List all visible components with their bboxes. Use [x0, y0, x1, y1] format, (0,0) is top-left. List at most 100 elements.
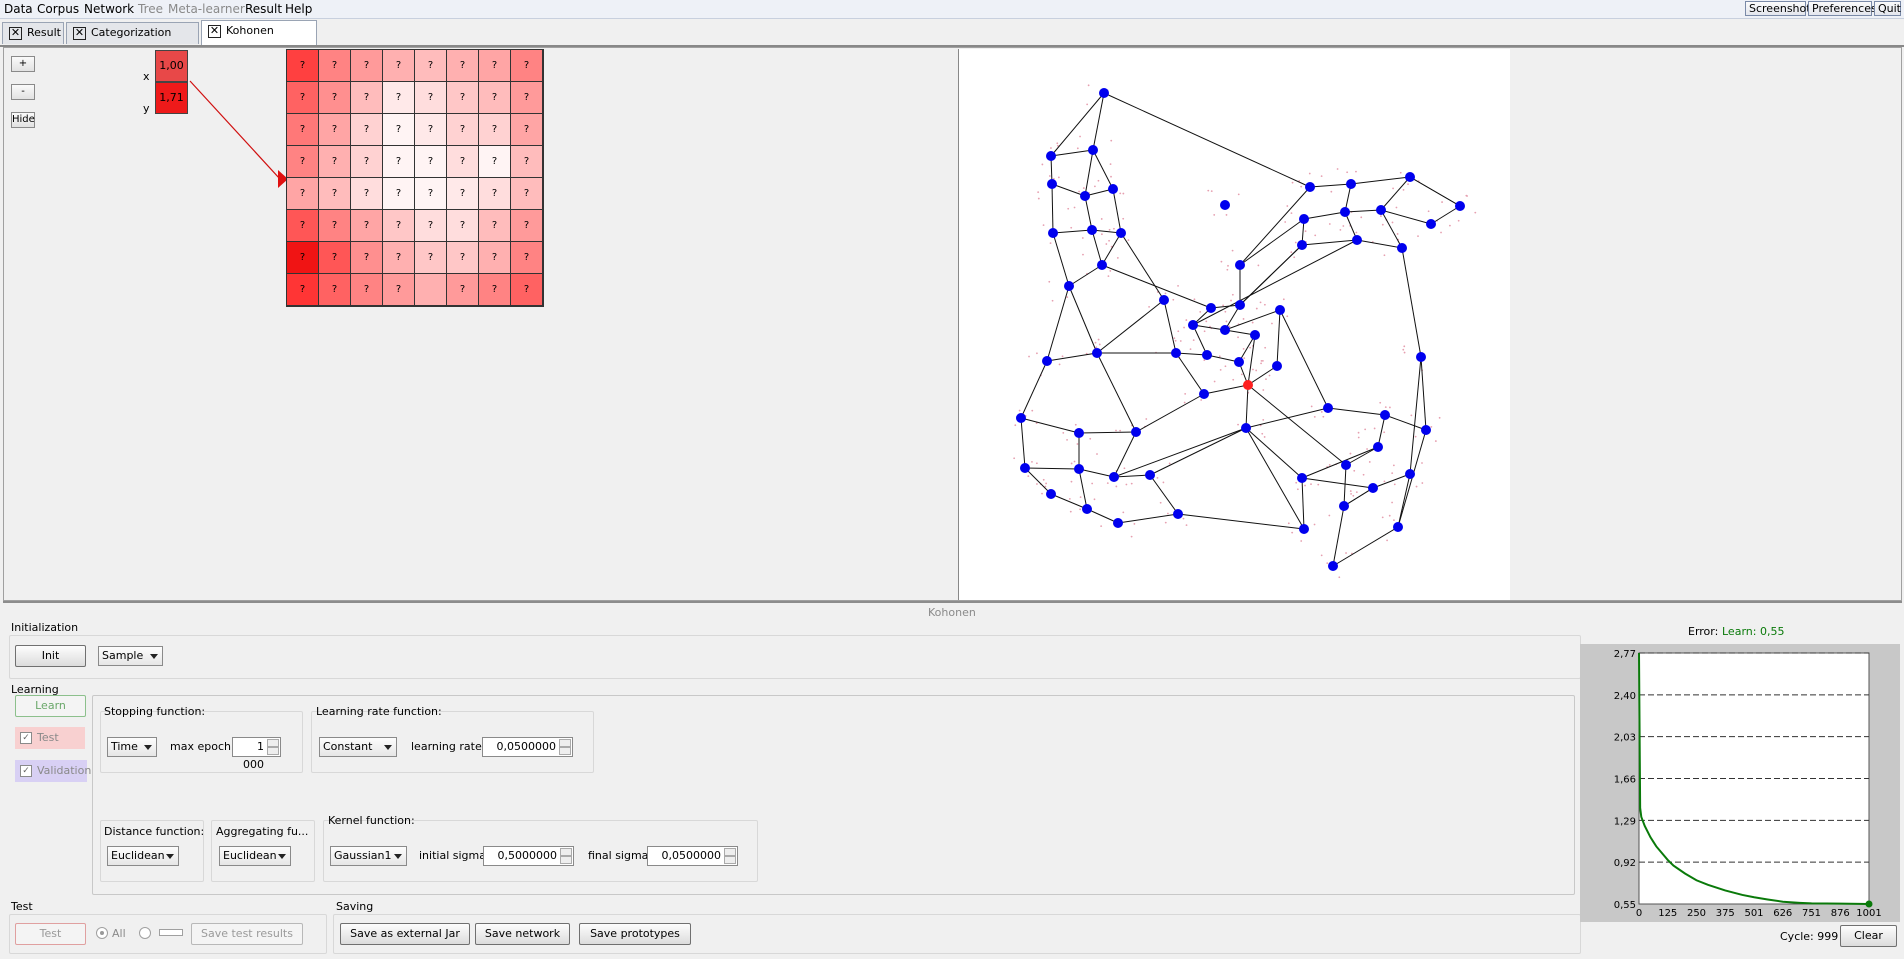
tab-result[interactable]: ✕ Result — [2, 22, 64, 44]
sample-point — [1393, 519, 1395, 522]
sample-point — [1231, 249, 1234, 252]
sample-point — [1243, 357, 1246, 360]
stopping-method-select[interactable]: Time — [107, 737, 157, 757]
validation-checkbox[interactable]: ✓ Validation — [15, 760, 91, 782]
sample-point — [1225, 320, 1228, 323]
sample-point — [1109, 270, 1112, 272]
screenshot-button[interactable]: Screenshot — [1745, 1, 1811, 16]
grid-cell: ? — [415, 82, 447, 114]
spin-up-icon[interactable] — [724, 848, 736, 856]
sample-point — [1073, 460, 1076, 463]
grid-cell: ? — [287, 274, 319, 306]
preferences-button[interactable]: Preferences — [1808, 1, 1877, 16]
spin-down-icon[interactable] — [724, 856, 736, 864]
final-sigma-spinner[interactable]: 0,0500000 — [647, 846, 738, 866]
spin-down-icon[interactable] — [560, 856, 572, 864]
sample-point — [1286, 205, 1289, 207]
y-tick-label: 1,29 — [1614, 816, 1636, 827]
menu-help[interactable]: Help — [285, 2, 312, 16]
som-node — [1297, 473, 1307, 483]
save-prototypes-button[interactable]: Save prototypes — [579, 923, 691, 945]
som-edge — [1163, 299, 1177, 354]
menu-corpus[interactable]: Corpus — [37, 2, 79, 16]
initialization-title: Initialization — [11, 621, 79, 634]
init-button[interactable]: Init — [15, 645, 86, 667]
max-epoch-spinner[interactable]: 1 000 — [232, 737, 281, 771]
aggregating-method-select[interactable]: Euclidean — [219, 846, 291, 866]
kernel-method-select[interactable]: Gaussian1 — [330, 846, 407, 866]
sample-point — [1410, 414, 1413, 417]
tab-categorization-corpus[interactable]: ✕ Categorization Corpus — [66, 22, 199, 59]
grid-cell: ? — [383, 242, 415, 274]
menu-result[interactable]: Result — [245, 2, 282, 16]
menu-data[interactable]: Data — [4, 2, 33, 16]
test-button[interactable]: Test — [15, 923, 86, 945]
grid-cell: ? — [479, 210, 511, 242]
som-node — [1220, 325, 1230, 335]
som-node — [1393, 522, 1403, 532]
spin-down-icon[interactable] — [267, 747, 279, 755]
learn-button[interactable]: Learn — [15, 695, 86, 717]
tab-label: Result — [27, 26, 61, 39]
sample-point — [1237, 336, 1239, 339]
sample-point — [1222, 304, 1225, 307]
close-icon[interactable]: ✕ — [9, 27, 22, 40]
sample-point — [1199, 310, 1202, 313]
grid-cell: ? — [351, 242, 383, 274]
save-test-results-button[interactable]: Save test results — [191, 923, 303, 945]
som-node — [1373, 442, 1383, 452]
sample-point — [1355, 231, 1358, 234]
som-edge — [1344, 209, 1382, 213]
close-icon[interactable]: ✕ — [73, 27, 86, 40]
som-edge — [1092, 92, 1105, 151]
sample-point — [1219, 368, 1222, 371]
som-edge — [1020, 417, 1026, 469]
grid-cell: ? — [319, 146, 351, 178]
som-edge — [1345, 446, 1379, 466]
som-edge — [1051, 183, 1054, 234]
init-method-select[interactable]: Sample — [98, 646, 163, 666]
som-edge — [1068, 264, 1103, 287]
sample-point — [1271, 322, 1273, 325]
sample-point — [1391, 472, 1394, 475]
radio-all-icon[interactable] — [96, 927, 108, 939]
sample-point — [1403, 351, 1406, 354]
som-edge — [1343, 464, 1347, 507]
sample-point — [1320, 175, 1323, 177]
quit-button[interactable]: Quit — [1874, 1, 1901, 16]
tab-kohonen-network[interactable]: ✕ Kohonen Network — [201, 20, 317, 57]
learning-rate-value: 0,0500000 — [496, 740, 557, 753]
sample-point — [1368, 461, 1371, 463]
som-edge — [1301, 477, 1305, 530]
save-network-button[interactable]: Save network — [475, 923, 570, 945]
test-checkbox[interactable]: ✓ Test — [15, 727, 85, 749]
x-tick-label: 125 — [1658, 908, 1677, 919]
save-as-jar-button[interactable]: Save as external Jar — [340, 923, 470, 945]
som-edge — [1046, 285, 1070, 362]
x-tick-label: 501 — [1744, 908, 1763, 919]
grid-cell: ? — [383, 82, 415, 114]
grid-cell: ? — [479, 114, 511, 146]
learning-rate-method-select[interactable]: Constant — [319, 737, 397, 757]
menu-network[interactable]: Network — [84, 2, 134, 16]
initial-sigma-spinner[interactable]: 0,5000000 — [483, 846, 574, 866]
close-icon[interactable]: ✕ — [208, 25, 221, 38]
spin-down-icon[interactable] — [559, 747, 571, 755]
range-field[interactable] — [159, 929, 183, 936]
sample-point — [1381, 223, 1384, 226]
sample-point — [1237, 193, 1240, 196]
distance-method-select[interactable]: Euclidean — [107, 846, 179, 866]
sample-point — [1330, 190, 1333, 193]
sample-point — [1434, 440, 1437, 442]
learning-rate-spinner[interactable]: 0,0500000 — [482, 737, 573, 757]
radio-range-icon[interactable] — [139, 927, 151, 939]
sample-point — [1172, 298, 1175, 301]
sample-point — [1014, 424, 1017, 427]
sample-point — [1079, 135, 1081, 138]
spin-up-icon[interactable] — [560, 848, 572, 856]
spin-up-icon[interactable] — [559, 739, 571, 747]
menu-bar: Data Corpus Network Tree Meta-learner Re… — [0, 0, 1904, 19]
clear-button[interactable]: Clear — [1840, 925, 1897, 947]
spin-up-icon[interactable] — [267, 739, 279, 747]
grid-cell: ? — [447, 114, 479, 146]
